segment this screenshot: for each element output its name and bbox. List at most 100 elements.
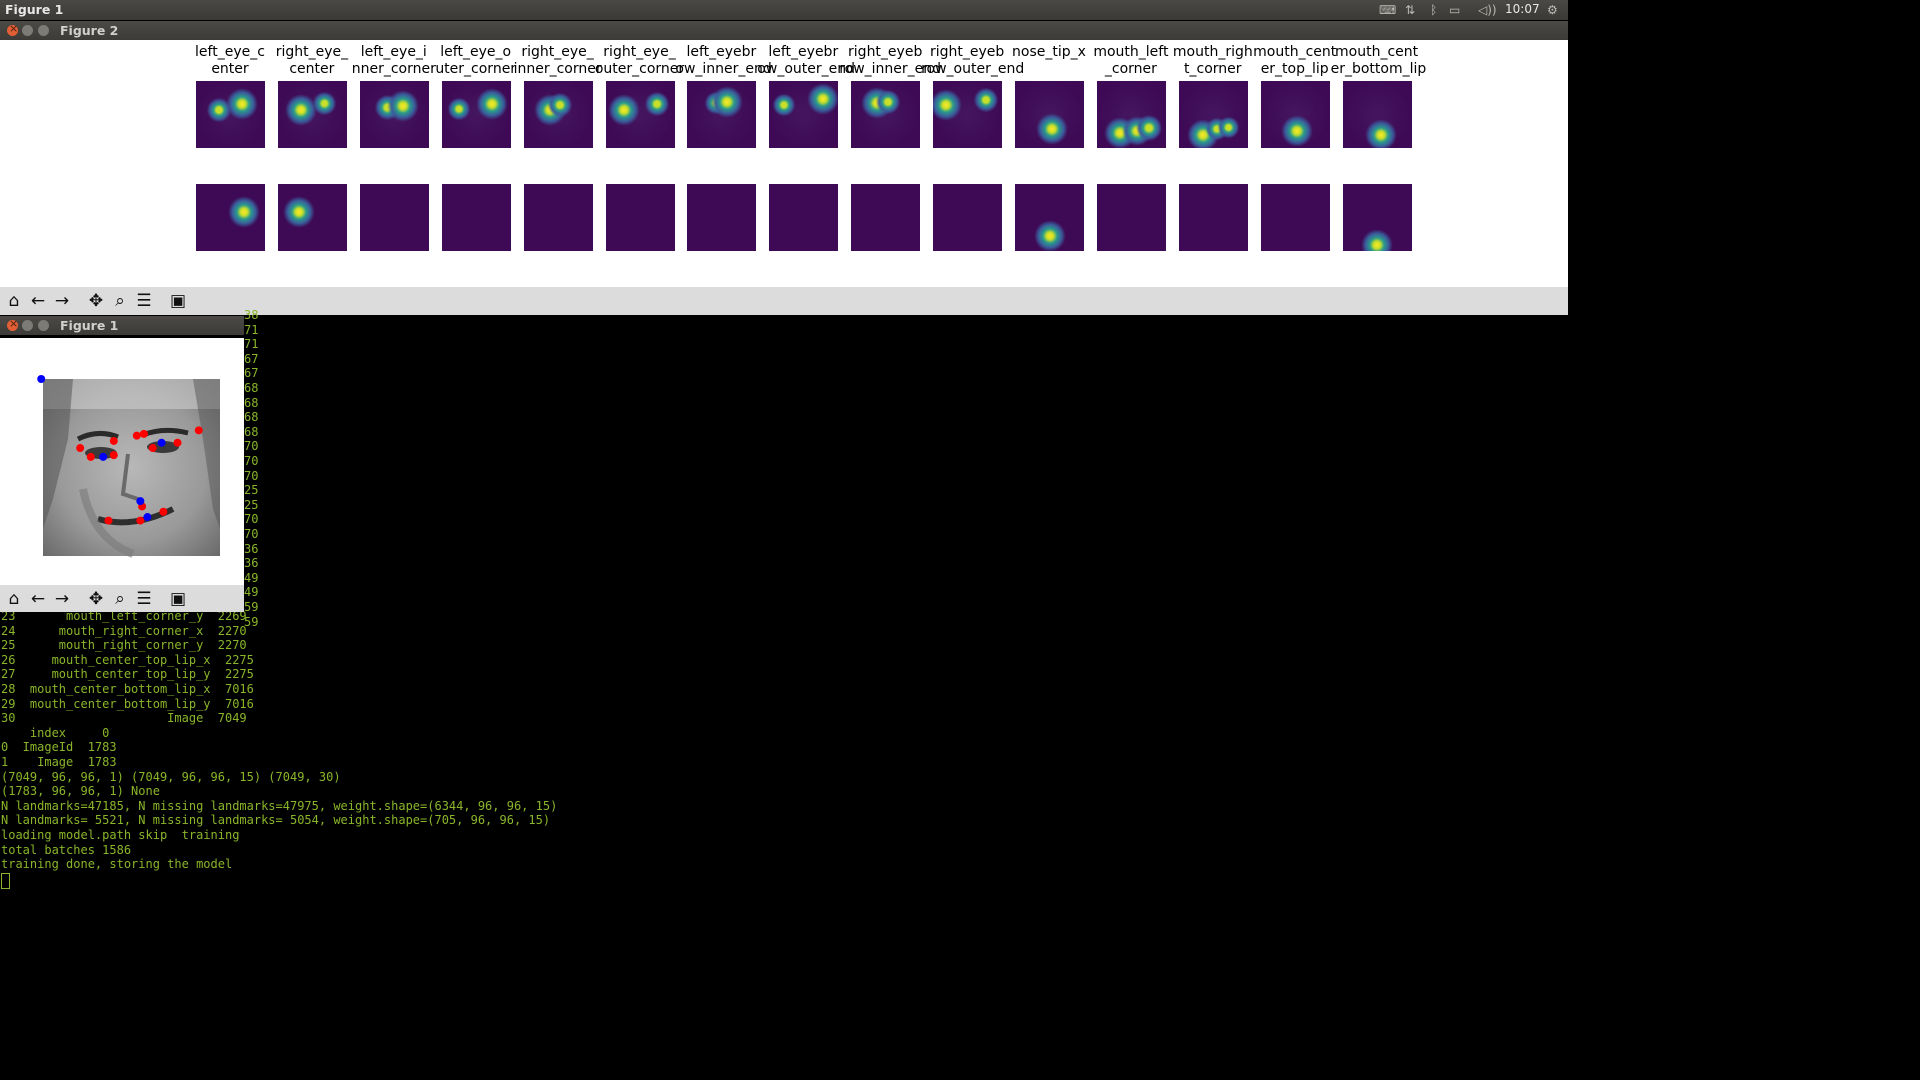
terminal-line: 1 Image 1783: [1, 755, 117, 769]
window-title: Figure 1: [60, 318, 119, 333]
heatmap-peak: [874, 87, 903, 116]
terminal-line: 29 mouth_center_bottom_lip_y 7016: [1, 696, 254, 711]
predicted-heatmap: [605, 81, 675, 148]
figure1-titlebar[interactable]: Figure 1: [0, 316, 244, 335]
predicted-landmark: [194, 426, 203, 435]
zoom-icon[interactable]: ⌕: [110, 589, 130, 609]
heatmap-peak: [280, 194, 317, 231]
target-heatmap: [441, 184, 511, 251]
terminal-line: 0 ImageId 1783: [1, 740, 117, 755]
home-icon[interactable]: ⌂: [4, 589, 24, 609]
target-heatmap: [1342, 184, 1412, 251]
target-heatmap: [523, 184, 593, 251]
target-heatmap: [1178, 184, 1248, 251]
terminal-line-fragment: 36: [244, 556, 259, 571]
heatmap-label: mouth_righ t_corner: [1172, 44, 1253, 77]
terminal-line: N landmarks=47185, N missing landmarks=4…: [1, 798, 558, 813]
terminal-line-fragment: 67: [244, 366, 259, 381]
heatmap-peak: [384, 87, 421, 124]
forward-icon[interactable]: →: [52, 589, 72, 609]
terminal-line-fragment: 25: [244, 483, 259, 498]
heatmap-label: mouth_cent er_top_lip: [1253, 44, 1337, 77]
figure2-toolbar: ⌂ ← → ✥ ⌕ ☰ ▣: [0, 287, 1568, 315]
heatmap-peak: [933, 87, 964, 124]
terminal-line: (7049, 96, 96, 1) (7049, 96, 96, 15) (70…: [1, 769, 341, 784]
terminal-line: loading model.path skip training: [1, 828, 240, 842]
heatmap-label: left_eye_o uter_corner: [435, 44, 517, 77]
terminal-line: 26 mouth_center_top_lip_x 2275: [1, 652, 254, 667]
heatmap-label: mouth_cent er_bottom_lip: [1330, 44, 1427, 77]
terminal-line-fragment: 71: [244, 337, 259, 352]
heatmap-peak: [311, 89, 339, 117]
terminal-line: training done, storing the model: [1, 857, 233, 872]
heatmap-peak: [224, 86, 261, 123]
terminal-line-fragment: 70: [244, 439, 259, 454]
heatmap-peak: [1279, 113, 1316, 148]
predicted-heatmap: [687, 81, 757, 148]
minimize-icon[interactable]: [22, 320, 33, 331]
battery-icon[interactable]: ▭: [1449, 3, 1460, 17]
heatmap-peak: [1034, 110, 1071, 147]
terminal-cursor: [1, 872, 10, 889]
terminal-line-fragment: 25: [244, 497, 259, 512]
maximize-icon[interactable]: [38, 25, 49, 36]
terminal-line-fragment: 70: [244, 512, 259, 527]
heatmap-label: left_eyebr ow_inner_end: [675, 44, 772, 77]
close-icon[interactable]: [7, 22, 18, 36]
back-icon[interactable]: ←: [28, 589, 48, 609]
network-icon[interactable]: ⇅: [1405, 3, 1415, 17]
close-icon[interactable]: [7, 317, 18, 331]
target-heatmap: [196, 184, 265, 251]
figure1-canvas[interactable]: [0, 338, 244, 585]
terminal-line-fragment: 70: [244, 454, 259, 468]
terminal-line-fragment: 70: [244, 527, 259, 541]
figure2-canvas[interactable]: left_eye_c enter right_eye_ center left_ey…: [0, 40, 1568, 287]
back-icon[interactable]: ←: [28, 291, 48, 311]
heatmap-peak: [546, 91, 575, 120]
zoom-icon[interactable]: ⌕: [110, 291, 130, 311]
predicted-landmark: [173, 438, 182, 447]
predicted-heatmap: [441, 81, 511, 148]
configure-subplots-icon[interactable]: ☰: [134, 291, 154, 311]
terminal-line-fragment: 68: [244, 395, 259, 410]
terminal-line: index 0: [1, 725, 110, 740]
settings-icon[interactable]: ⚙: [1547, 3, 1558, 17]
target-heatmap: [851, 184, 921, 251]
save-icon[interactable]: ▣: [168, 589, 188, 609]
forward-icon[interactable]: →: [52, 291, 72, 311]
keyboard-icon[interactable]: ⌨: [1379, 3, 1396, 17]
predicted-heatmap: [523, 81, 593, 148]
predicted-heatmap: [1178, 81, 1248, 148]
save-icon[interactable]: ▣: [168, 291, 188, 311]
figure2-titlebar[interactable]: Figure 2: [0, 21, 1568, 40]
heatmap-peak: [606, 92, 643, 129]
heatmap-label: left_eye_i nner_corner: [351, 44, 436, 77]
pan-icon[interactable]: ✥: [86, 291, 106, 311]
heatmap-peak: [474, 86, 511, 123]
terminal-line-fragment: 68: [244, 381, 259, 395]
pan-icon[interactable]: ✥: [86, 589, 106, 609]
clock[interactable]: 10:07: [1505, 2, 1540, 16]
predicted-landmark: [132, 431, 141, 440]
predicted-heatmap: [769, 81, 839, 148]
minimize-icon[interactable]: [22, 25, 33, 36]
terminal-line-fragment: 71: [244, 322, 259, 337]
configure-subplots-icon[interactable]: ☰: [134, 589, 154, 609]
target-heatmap: [277, 184, 347, 251]
volume-icon[interactable]: ◁)): [1478, 3, 1497, 17]
terminal-line: (1783, 96, 96, 1) None: [1, 784, 160, 799]
heatmap-peak: [1031, 217, 1068, 251]
terminal-line-fragment: 38: [244, 308, 259, 322]
predicted-heatmap: [359, 81, 429, 148]
heatmap-label: right_eyeb row_outer_end: [921, 44, 1025, 77]
terminal-line-fragment: 49: [244, 570, 259, 585]
home-icon[interactable]: ⌂: [4, 291, 24, 311]
target-heatmap: [933, 184, 1003, 251]
terminal-line-fragment: 36: [244, 541, 259, 556]
maximize-icon[interactable]: [38, 320, 49, 331]
bluetooth-icon[interactable]: ᛒ: [1430, 3, 1437, 17]
terminal-line: 30 Image 7049: [1, 711, 247, 726]
heatmap-label: right_eye_ inner_corner: [513, 44, 602, 77]
terminal-line: 25 mouth_right_corner_y 2270: [1, 638, 247, 653]
predicted-landmark: [109, 451, 118, 460]
